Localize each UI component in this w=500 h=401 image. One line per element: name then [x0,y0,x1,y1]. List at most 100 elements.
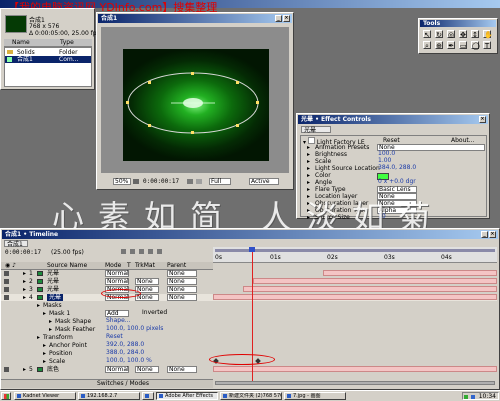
rotate-icon[interactable]: ↻ [435,30,443,39]
project-col-type[interactable]: Type [60,39,74,46]
mode-menu[interactable]: Normal [105,278,129,285]
timeline-layer-row[interactable]: 2 ▸ 光晕 Normal None None [1,278,497,285]
twirl-icon[interactable]: ▸ [43,350,46,357]
orbit-camera-icon[interactable]: ◎ [447,30,455,39]
twirl-icon[interactable]: ▸ [37,334,40,341]
effect-property-row[interactable]: ▸ Light Source Location 384.0, 288.0 [301,165,487,173]
layer-name[interactable]: Mask Shape [55,318,91,325]
show-channel-icon[interactable] [196,179,202,184]
zoom-menu[interactable]: 50% [113,178,131,185]
layer-name[interactable]: Scale [49,358,65,365]
twirl-icon[interactable]: ▸ [49,318,52,325]
parent-menu[interactable]: None [167,294,197,301]
col-t[interactable]: T [127,262,131,269]
hide-shy-icon[interactable] [138,249,144,254]
effect-property-value[interactable]: 0 x +0.0 dgr [377,179,416,186]
inverted-checkbox[interactable]: Inverted [141,310,167,317]
layer-name[interactable]: Masks [43,302,62,309]
timeline-layer-row[interactable]: 1 ▸ 光晕 Normal None [1,270,497,277]
eye-icon[interactable] [4,367,9,372]
twirl-icon[interactable]: ▸ [23,294,26,301]
arrow-icon[interactable]: ↖ [423,30,431,39]
twirl-icon[interactable]: ▸ [307,144,310,151]
trkmat-menu[interactable]: None [135,278,159,285]
twirl-icon[interactable]: ▸ [49,326,52,333]
layer-name[interactable]: Position [49,350,72,357]
layer-duration-bar[interactable] [213,366,497,372]
comp-canvas[interactable] [101,27,289,173]
timeline-property-row[interactable]: ▸ Anchor Point 392.0, 288.0 [1,342,497,350]
minimize-icon[interactable]: _ [275,15,282,22]
layer-duration-bar[interactable] [253,278,497,284]
comp-flowchart-icon[interactable] [121,249,126,254]
timeline-property-row[interactable]: ▸ Masks [1,302,497,309]
taskbar-item[interactable]: Adobe After Effects [156,392,218,400]
col-mode[interactable]: Mode [105,262,121,269]
timeline-zoom-slider[interactable] [215,381,495,385]
twirl-icon[interactable]: ▸ [307,151,310,158]
tray-icon[interactable] [470,394,475,399]
timeline-layer-row[interactable]: 4 ▸ 光晕 Normal None None [1,294,497,301]
property-value[interactable]: 100.0, 100.0 % [105,358,152,365]
mode-menu[interactable]: Normal [105,366,129,373]
parent-menu[interactable]: None [167,278,197,285]
twirl-icon[interactable]: ▸ [43,358,46,365]
layer-name[interactable]: Mask Feather [55,326,95,333]
twirl-icon[interactable]: ▸ [307,165,310,172]
track-xy-icon[interactable]: ✥ [459,30,467,39]
active-camera-menu[interactable]: Active C... [249,178,279,185]
snapshot-icon[interactable] [187,179,193,184]
twirl-icon[interactable]: ▸ [23,278,26,285]
parent-menu[interactable]: None [167,366,197,373]
effect-about[interactable]: About... [451,137,474,144]
comp-timecode[interactable]: 0:00:00:17 [143,177,179,186]
twirl-icon[interactable]: ▸ [23,366,26,373]
parent-menu[interactable]: None [167,286,197,293]
project-item-comp[interactable]: 合成1 Com... [5,56,91,63]
timeline-timecode[interactable]: 0:00:00:17 [5,249,41,256]
rectangle-icon[interactable]: ▭ [459,41,467,50]
layer-name[interactable]: Transform [43,334,73,341]
layer-name[interactable]: 光晕 [47,278,59,285]
twirl-icon[interactable]: ▸ [43,310,46,317]
taskbar-item[interactable]: 新建文件夹 (2)768 576... [220,392,282,400]
layer-duration-bar[interactable] [213,294,497,300]
col-parent[interactable]: Parent [167,262,186,269]
track-z-icon[interactable]: ↕ [471,30,479,39]
project-col-name[interactable]: Name [12,39,30,46]
layer-name[interactable]: 光晕 [47,286,59,293]
twirl-icon[interactable]: ▸ [307,179,310,186]
time-ruler[interactable]: 0s 01s 02s 03s 04s [213,247,497,263]
twirl-icon[interactable]: ▸ [23,286,26,293]
property-value[interactable]: 100.0, 100.0 pixels [105,326,163,333]
switches-modes-bar[interactable]: Switches / Modes [1,379,213,388]
timeline-property-row[interactable]: ▸ Mask Shape Shape... [1,318,497,326]
timeline-layer-row[interactable]: 5 ▸ 底色 Normal None None [1,366,497,373]
effect-controls-titlebar[interactable]: 光晕 • Effect Controls × [298,115,488,124]
property-value[interactable]: Reset [105,334,123,341]
fx-icon[interactable] [307,137,315,144]
camera-icon[interactable] [133,179,139,184]
taskbar-item[interactable] [142,392,154,400]
close-icon[interactable]: × [489,231,496,238]
effect-property-value[interactable]: 384.0, 288.0 [377,165,416,172]
timeline-titlebar[interactable]: 合成1 • Timeline _ × [2,230,498,239]
effect-header[interactable]: ▾ Light Factory LE Reset About... [301,137,487,146]
project-item-solids[interactable]: Solids Folder [5,49,91,56]
resolution-menu[interactable]: Full [209,178,231,185]
timeline-property-row[interactable]: ▸ Transform Reset [1,334,497,342]
pan-behind-icon[interactable]: ⊕ [435,41,443,50]
eye-icon[interactable] [4,295,9,300]
taskbar-item[interactable]: 192.168.2.7 [78,392,140,400]
trkmat-menu[interactable]: None [135,366,159,373]
work-area-bar[interactable] [215,249,495,252]
timeline-property-row[interactable]: ▸ Mask 1 Add Inverted [1,310,497,317]
close-icon[interactable]: × [283,15,290,22]
eye-icon[interactable] [4,279,9,284]
twirl-icon[interactable]: ▸ [307,172,310,179]
mask-ellipse[interactable] [123,49,269,161]
taskbar-item[interactable]: 7.jpg - 画图 [284,392,346,400]
tools-titlebar[interactable]: Tools [420,20,496,27]
layer-duration-bar[interactable] [243,286,497,292]
layer-name[interactable]: Mask 1 [49,310,70,317]
